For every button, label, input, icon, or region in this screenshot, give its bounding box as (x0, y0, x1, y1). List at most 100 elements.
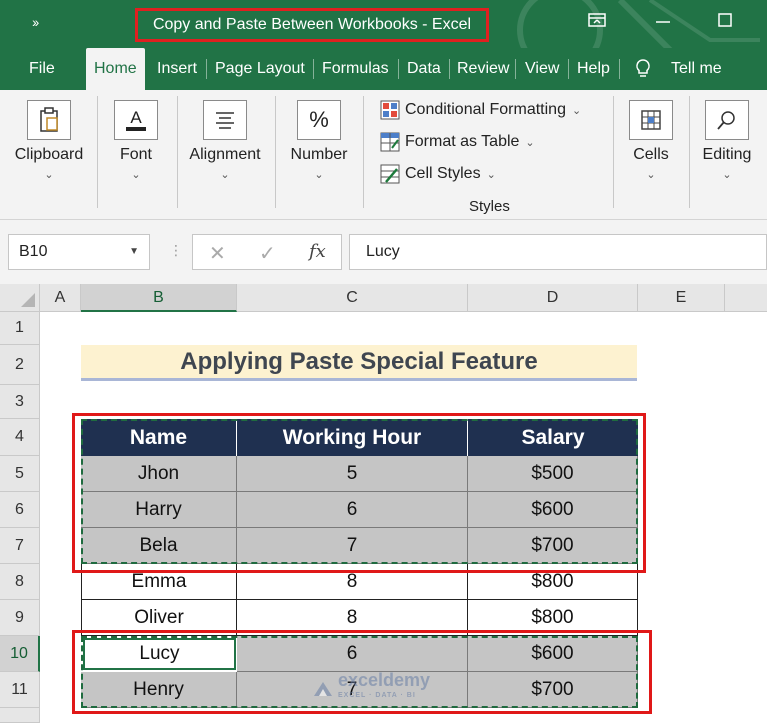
table-cell[interactable]: Oliver (81, 600, 237, 636)
row-header-6[interactable]: 6 (0, 492, 40, 528)
cell-styles-button[interactable]: Cell Styles ⌄ (380, 161, 496, 187)
tab-help[interactable]: Help (577, 48, 610, 90)
chevron-down-icon: ⌄ (131, 169, 141, 181)
tab-divider (449, 59, 450, 79)
lightbulb-icon[interactable] (634, 48, 652, 90)
tab-page-layout[interactable]: Page Layout (215, 48, 305, 90)
alignment-group[interactable]: Alignment ⌄ (180, 90, 270, 212)
tab-divider (515, 59, 516, 79)
chevron-down-icon: ⌄ (314, 169, 324, 181)
minimize-icon[interactable] (654, 14, 672, 32)
quick-access-toolbar-icon[interactable]: ›› (32, 14, 39, 30)
table-cell[interactable]: $600 (468, 492, 638, 528)
cells-group[interactable]: Cells ⌄ (618, 90, 684, 212)
conditional-formatting-button[interactable]: Conditional Formatting ⌄ (380, 97, 581, 123)
table-cell[interactable]: 7 (237, 528, 468, 564)
row-header-12[interactable] (0, 708, 40, 723)
select-all-button[interactable] (0, 284, 40, 312)
name-box[interactable]: B10 ▼ (8, 234, 150, 270)
font-group[interactable]: A Font ⌄ (100, 90, 172, 212)
column-header-e[interactable]: E (638, 284, 725, 312)
table-cell[interactable]: Henry (81, 672, 237, 708)
percent-icon: % (297, 100, 341, 140)
column-header-f[interactable] (725, 284, 767, 312)
sheet-title[interactable]: Applying Paste Special Feature (81, 345, 637, 381)
insert-function-icon[interactable]: fx (309, 241, 326, 262)
table-header-working-hour[interactable]: Working Hour (237, 419, 468, 456)
table-cell[interactable]: $700 (468, 672, 638, 708)
tab-review[interactable]: Review (457, 48, 509, 90)
row-header-10[interactable]: 10 (0, 636, 40, 672)
number-group[interactable]: % Number ⌄ (280, 90, 358, 212)
table-cell[interactable]: 5 (237, 456, 468, 492)
row-header-1[interactable]: 1 (0, 312, 40, 345)
spreadsheet-grid[interactable]: A B C D E 1 2 3 4 5 6 7 8 9 10 11 Applyi… (0, 284, 767, 723)
table-cell[interactable]: $700 (468, 528, 638, 564)
tab-insert[interactable]: Insert (157, 48, 197, 90)
table-cell[interactable]: 8 (237, 564, 468, 600)
column-header-b[interactable]: B (81, 284, 237, 312)
tab-divider (206, 59, 207, 79)
ribbon-divider (97, 96, 98, 208)
row-header-2[interactable]: 2 (0, 345, 40, 385)
table-cell[interactable]: 6 (237, 492, 468, 528)
conditional-formatting-label: Conditional Formatting (405, 101, 566, 118)
excel-window: ›› Copy and Paste Between Workbooks - Ex… (0, 0, 767, 723)
table-cell[interactable]: Bela (81, 528, 237, 564)
tab-tell-me[interactable]: Tell me (671, 48, 722, 90)
column-header-d[interactable]: D (468, 284, 638, 312)
table-cell[interactable]: $800 (468, 564, 638, 600)
table-cell[interactable]: 7 (237, 672, 468, 708)
active-cell-b10[interactable]: Lucy (83, 638, 236, 670)
row-header-9[interactable]: 9 (0, 600, 40, 636)
table-header-name[interactable]: Name (81, 419, 237, 456)
tab-data[interactable]: Data (407, 48, 441, 90)
ribbon-display-options-icon[interactable] (587, 12, 607, 33)
format-as-table-button[interactable]: Format as Table ⌄ (380, 129, 535, 155)
table-header-salary[interactable]: Salary (468, 419, 638, 456)
conditional-formatting-icon (380, 100, 400, 120)
alignment-label: Alignment (189, 146, 261, 163)
editing-group[interactable]: Editing ⌄ (694, 90, 760, 212)
table-cell[interactable]: 6 (237, 636, 468, 672)
table-cell[interactable]: Jhon (81, 456, 237, 492)
title-bar: ›› Copy and Paste Between Workbooks - Ex… (0, 0, 767, 73)
column-header-a[interactable]: A (40, 284, 81, 312)
cell-styles-label: Cell Styles (405, 165, 481, 182)
row-header-8[interactable]: 8 (0, 564, 40, 600)
enter-check-icon[interactable]: ✓ (259, 241, 276, 266)
window-title: Copy and Paste Between Workbooks - Excel (152, 16, 472, 33)
formula-input[interactable]: Lucy (349, 234, 767, 270)
name-box-value: B10 (19, 243, 48, 260)
row-header-7[interactable]: 7 (0, 528, 40, 564)
svg-text:A: A (130, 108, 142, 127)
row-header-5[interactable]: 5 (0, 456, 40, 492)
tab-home[interactable]: Home (86, 48, 145, 90)
table-cell[interactable]: Emma (81, 564, 237, 600)
table-cell[interactable]: $800 (468, 600, 638, 636)
row-header-11[interactable]: 11 (0, 672, 40, 708)
dropdown-arrow-icon[interactable]: ▼ (129, 235, 139, 269)
row-header-3[interactable]: 3 (0, 385, 40, 419)
alignment-icon (203, 100, 247, 140)
table-cell[interactable]: Harry (81, 492, 237, 528)
cancel-icon[interactable]: ✕ (209, 241, 226, 266)
row-header-4[interactable]: 4 (0, 419, 40, 456)
cells-icon (629, 100, 673, 140)
clipboard-group[interactable]: Clipboard ⌄ (6, 90, 92, 212)
tab-divider (313, 59, 314, 79)
chevron-down-icon: ⌄ (220, 169, 230, 181)
chevron-down-icon: ⌄ (722, 169, 732, 181)
tab-file[interactable]: File (29, 48, 55, 90)
cell-styles-icon (380, 164, 400, 184)
resize-handle-icon[interactable]: ⋮ (169, 242, 183, 259)
table-cell[interactable]: 8 (237, 600, 468, 636)
table-cell[interactable]: $500 (468, 456, 638, 492)
table-cell[interactable]: $600 (468, 636, 638, 672)
chevron-down-icon: ⌄ (571, 104, 582, 117)
maximize-icon[interactable] (717, 12, 733, 33)
column-header-c[interactable]: C (237, 284, 468, 312)
tab-view[interactable]: View (525, 48, 559, 90)
chevron-down-icon: ⌄ (525, 136, 535, 149)
tab-formulas[interactable]: Formulas (322, 48, 389, 90)
